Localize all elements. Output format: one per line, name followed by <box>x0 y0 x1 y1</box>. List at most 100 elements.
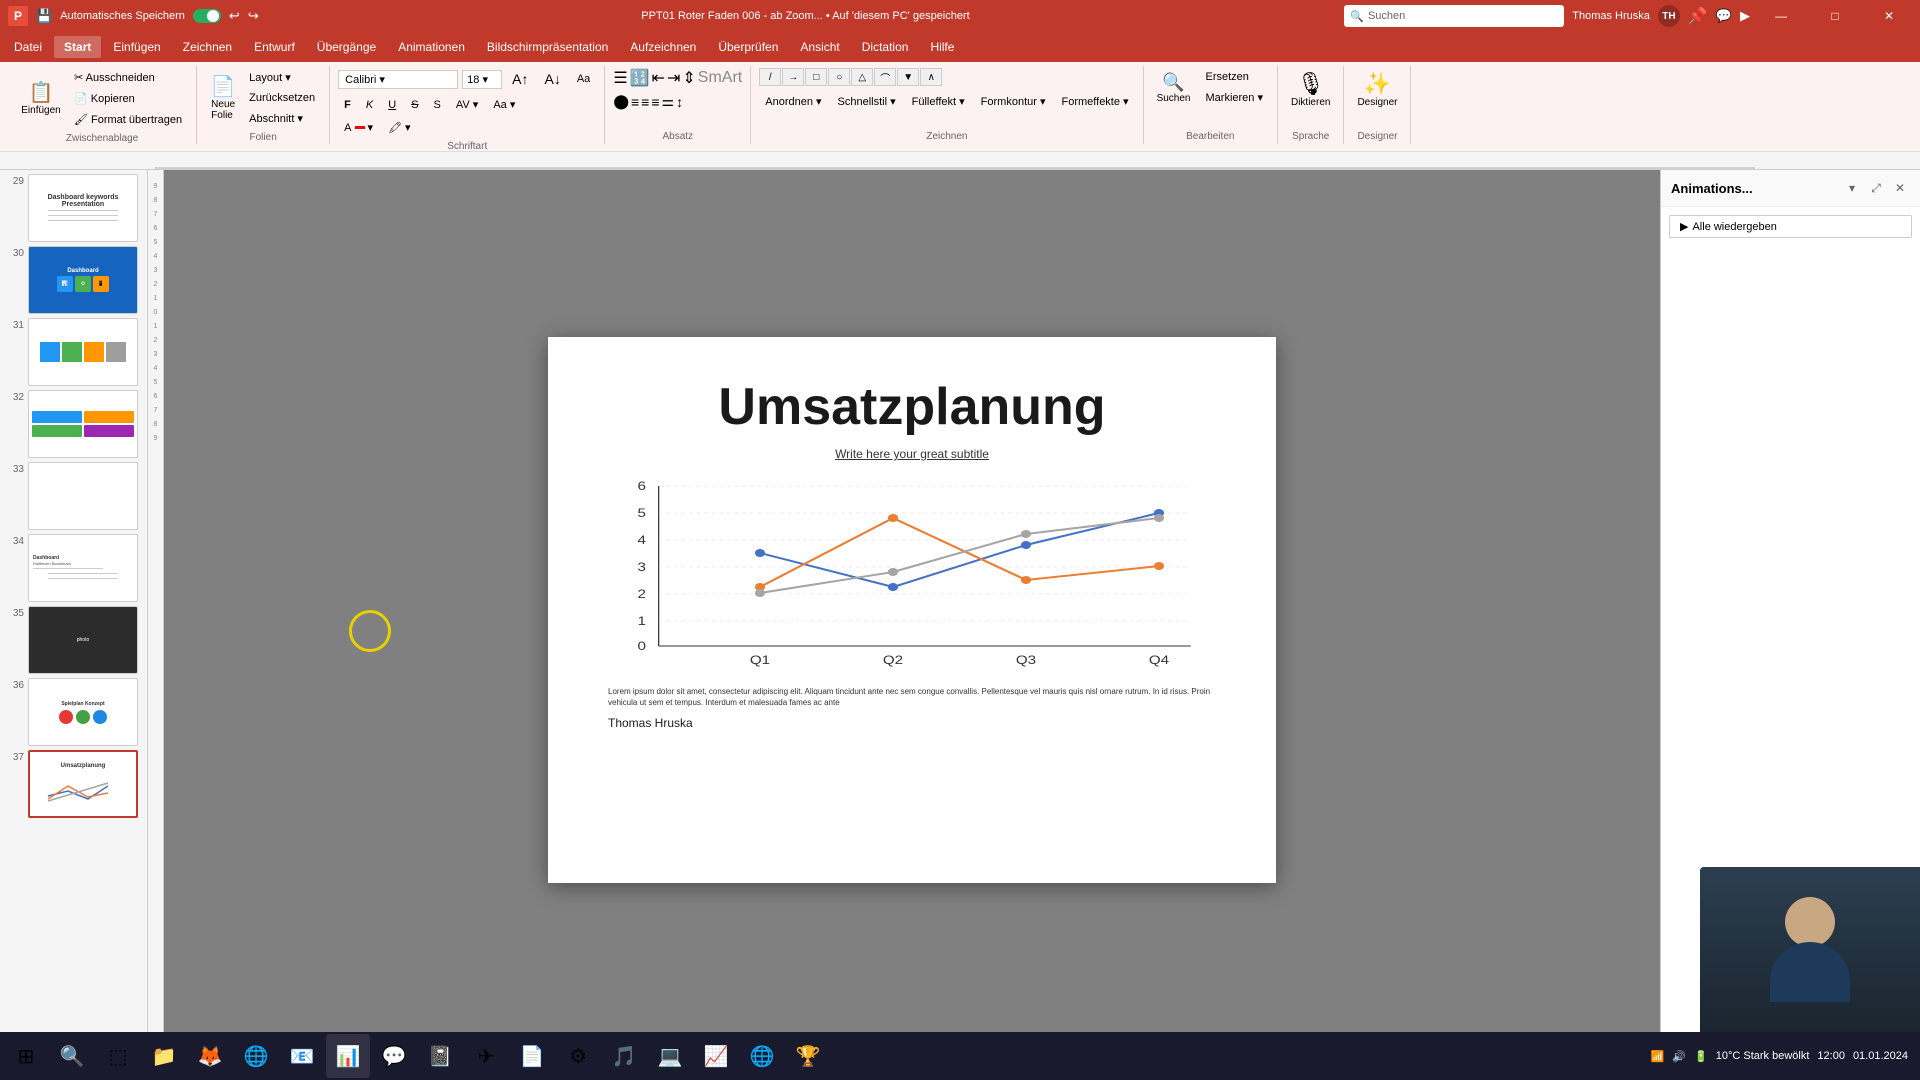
paste-button[interactable]: 📋 Einfügen <box>16 78 66 119</box>
increase-font-button[interactable]: A↑ <box>506 68 534 90</box>
menu-start[interactable]: Start <box>54 36 101 58</box>
slide-item-32[interactable]: 32 <box>4 390 143 458</box>
list-bullet-button[interactable]: ☰ <box>613 68 627 88</box>
slide-item-29[interactable]: 29 Dashboard keywords Presentation <box>4 174 143 242</box>
cut-button[interactable]: ✂ Ausschneiden <box>68 68 188 87</box>
shape-arrow[interactable]: → <box>782 68 804 86</box>
menu-uebergaenge[interactable]: Übergänge <box>307 36 386 58</box>
fill-button[interactable]: Fülleffekt ▾ <box>906 92 971 111</box>
shape-curve[interactable]: ⌒ <box>874 68 896 86</box>
highlight-color-button[interactable]: 🖍 ▾ <box>382 118 417 137</box>
app7-button[interactable]: 💻 <box>648 1034 692 1078</box>
slide-canvas[interactable]: Umsatzplanung Write here your great subt… <box>548 337 1276 883</box>
onenote-button[interactable]: 📓 <box>418 1034 462 1078</box>
redo-icon[interactable]: ↪ <box>248 8 259 24</box>
autosave-toggle[interactable] <box>193 9 221 23</box>
slide-thumb-31[interactable] <box>28 318 138 386</box>
slide-thumb-30[interactable]: Dashboard 📊 ⚙ 📱 <box>28 246 138 314</box>
play-all-button[interactable]: ▶ Alle wiedergeben <box>1669 215 1912 238</box>
slide-title[interactable]: Umsatzplanung <box>608 377 1216 437</box>
indent-more-button[interactable]: ⇥ <box>667 68 680 88</box>
slide-body-text[interactable]: Lorem ipsum dolor sit amet, consectetur … <box>608 686 1216 708</box>
start-button[interactable]: ⊞ <box>4 1034 48 1078</box>
app6-button[interactable]: 🎵 <box>602 1034 646 1078</box>
text-direction-button[interactable]: ⇕ <box>682 68 695 88</box>
menu-datei[interactable]: Datei <box>4 36 52 58</box>
select-button[interactable]: Markieren ▾ <box>1200 88 1269 107</box>
slide-thumb-32[interactable] <box>28 390 138 458</box>
convert-smartart-button[interactable]: SmArt <box>698 69 742 87</box>
comments-icon[interactable]: 💬 <box>1716 8 1732 24</box>
slide-thumb-33[interactable] <box>28 462 138 530</box>
app9-button[interactable]: 🏆 <box>786 1034 830 1078</box>
justify-button[interactable]: ≡ <box>651 94 659 110</box>
undo-icon[interactable]: ↩ <box>229 8 240 24</box>
strikethrough-button[interactable]: S <box>405 96 424 114</box>
shape-rect[interactable]: □ <box>805 68 827 86</box>
bold-button[interactable]: F <box>338 96 357 114</box>
slide-item-31[interactable]: 31 <box>4 318 143 386</box>
slide-thumb-29[interactable]: Dashboard keywords Presentation <box>28 174 138 242</box>
designer-button[interactable]: ✨ Designer <box>1352 68 1402 111</box>
list-number-button[interactable]: 🔢 <box>630 68 650 88</box>
app5-button[interactable]: ⚙ <box>556 1034 600 1078</box>
ribbon-pin-icon[interactable]: 📌 <box>1688 6 1708 26</box>
outlook-button[interactable]: 📧 <box>280 1034 324 1078</box>
menu-ueberpruefen[interactable]: Überprüfen <box>708 36 788 58</box>
format-copy-button[interactable]: 🖌 Format übertragen <box>68 110 188 129</box>
shape-line[interactable]: / <box>759 68 781 86</box>
animations-popout-button[interactable]: ⤢ <box>1866 178 1886 198</box>
columns-button[interactable]: ⚌ <box>662 93 675 110</box>
menu-animationen[interactable]: Animationen <box>388 36 475 58</box>
menu-zeichnen[interactable]: Zeichnen <box>173 36 242 58</box>
slide-subtitle[interactable]: Write here your great subtitle <box>608 447 1216 461</box>
save-icon[interactable]: 💾 <box>36 8 52 24</box>
excel-button[interactable]: 📈 <box>694 1034 738 1078</box>
powerpoint-button[interactable]: 📊 <box>326 1034 370 1078</box>
slide-thumb-37[interactable]: Umsatzplanung <box>28 750 138 818</box>
telegram-button[interactable]: ✈ <box>464 1034 508 1078</box>
shape-triangle[interactable]: △ <box>851 68 873 86</box>
underline-button[interactable]: U <box>382 96 402 114</box>
clear-format-button[interactable]: Aa <box>571 70 596 88</box>
font-size-dropdown[interactable]: 18 ▾ <box>462 70 502 89</box>
present-icon[interactable]: ▶ <box>1740 8 1750 24</box>
decrease-font-button[interactable]: A↓ <box>539 68 567 90</box>
slide-thumb-35[interactable]: photo <box>28 606 138 674</box>
menu-ansicht[interactable]: Ansicht <box>790 36 849 58</box>
slide-author[interactable]: Thomas Hruska <box>608 716 1216 730</box>
font-family-dropdown[interactable]: Calibri ▾ <box>338 70 458 89</box>
replace-button[interactable]: Ersetzen <box>1200 68 1269 86</box>
slide-item-35[interactable]: 35 photo <box>4 606 143 674</box>
outline-button[interactable]: Formkontur ▾ <box>975 92 1052 111</box>
arrange-button[interactable]: Anordnen ▾ <box>759 92 827 111</box>
close-button[interactable]: ✕ <box>1866 0 1912 32</box>
quick-styles-button[interactable]: Schnellstil ▾ <box>832 92 902 111</box>
file-explorer-button[interactable]: 📁 <box>142 1034 186 1078</box>
shape-circle[interactable]: ○ <box>828 68 850 86</box>
slide-thumb-36[interactable]: Spielplan Konzept <box>28 678 138 746</box>
shape-extra[interactable]: ∧ <box>920 68 942 86</box>
font-color-button[interactable]: A ▾ <box>338 118 379 137</box>
slide-item-33[interactable]: 33 <box>4 462 143 530</box>
case-button[interactable]: Aa ▾ <box>487 95 521 114</box>
slide-item-34[interactable]: 34 Dashboard Raiffeisen Baustmark <box>4 534 143 602</box>
maximize-button[interactable]: □ <box>1812 0 1858 32</box>
reset-button[interactable]: Zurücksetzen <box>243 89 321 107</box>
firefox-button[interactable]: 🦊 <box>188 1034 232 1078</box>
italic-button[interactable]: K <box>360 96 379 114</box>
new-slide-button[interactable]: 📄 NeueFolie <box>205 72 241 124</box>
char-spacing-button[interactable]: AV ▾ <box>450 95 484 114</box>
menu-einfuegen[interactable]: Einfügen <box>103 36 170 58</box>
section-button[interactable]: Abschnitt ▾ <box>243 109 321 128</box>
app8-button[interactable]: 🌐 <box>740 1034 784 1078</box>
slide-item-30[interactable]: 30 Dashboard 📊 ⚙ 📱 <box>4 246 143 314</box>
align-center-button[interactable]: ≡ <box>631 94 639 110</box>
align-right-button[interactable]: ≡ <box>641 94 649 110</box>
find-button[interactable]: 🔍 Suchen <box>1152 69 1196 107</box>
menu-entwurf[interactable]: Entwurf <box>244 36 305 58</box>
indent-less-button[interactable]: ⇤ <box>652 68 665 88</box>
acrobat-button[interactable]: 📄 <box>510 1034 554 1078</box>
animations-collapse-button[interactable]: ▾ <box>1842 178 1862 198</box>
menu-bildschirm[interactable]: Bildschirmpräsentation <box>477 36 618 58</box>
